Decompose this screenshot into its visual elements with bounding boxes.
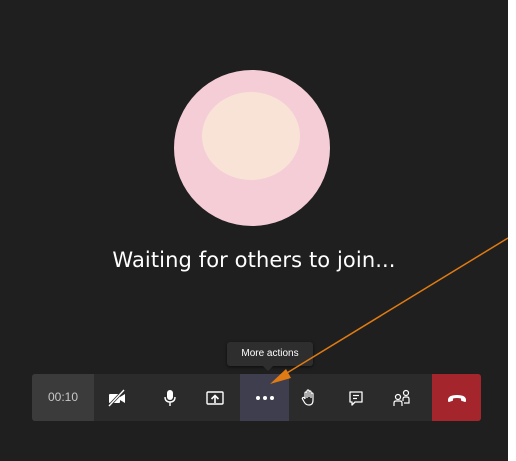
more-actions-button[interactable] (240, 374, 289, 421)
avatar (174, 70, 330, 226)
raise-hand-button[interactable] (289, 374, 329, 421)
microphone-button[interactable] (150, 374, 190, 421)
hang-up-button[interactable] (432, 374, 481, 421)
call-timer: 00:10 (32, 374, 94, 421)
participants-button[interactable] (382, 374, 422, 421)
avatar-inner-circle (202, 92, 300, 180)
share-screen-button[interactable] (195, 374, 235, 421)
people-icon (393, 389, 410, 406)
more-dots-icon (255, 395, 274, 400)
call-toolbar: 00:10 (32, 374, 481, 421)
waiting-status-text: Waiting for others to join... (112, 248, 396, 272)
more-actions-tooltip: More actions (227, 342, 313, 371)
camera-off-button[interactable] (94, 374, 140, 421)
call-stage: Waiting for others to join... More actio… (0, 0, 508, 461)
phone-hangup-icon (447, 394, 466, 402)
chat-icon (349, 390, 363, 406)
camera-off-icon (107, 388, 126, 407)
chat-button[interactable] (336, 374, 376, 421)
hand-icon (301, 388, 314, 406)
microphone-icon (164, 389, 176, 406)
share-tray-icon (206, 390, 224, 405)
